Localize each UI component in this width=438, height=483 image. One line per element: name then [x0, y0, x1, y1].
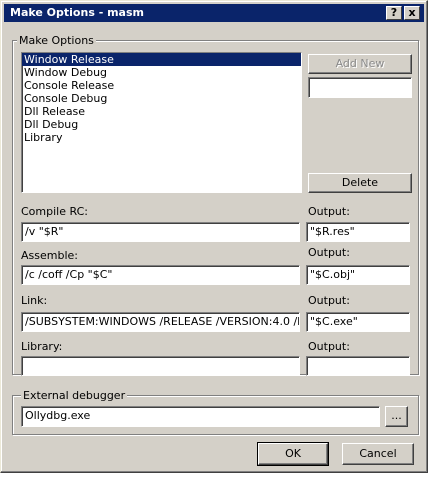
compile-rc-output-input[interactable]: "$R.res"	[306, 222, 410, 242]
make-option-item[interactable]: Window Release	[22, 53, 301, 66]
external-debugger-input[interactable]: Ollydbg.exe	[21, 406, 380, 427]
compile-rc-input[interactable]: /v "$R"	[21, 222, 300, 242]
dialog-title: Make Options - masm	[10, 6, 144, 19]
link-output-input[interactable]: "$C.exe"	[306, 312, 410, 332]
make-options-group-label: Make Options	[17, 34, 96, 47]
delete-button[interactable]: Delete	[308, 173, 412, 193]
title-bar[interactable]: Make Options - masm ? x	[4, 4, 424, 22]
compile-rc-label: Compile RC:	[21, 205, 88, 218]
library-label: Library:	[21, 340, 63, 353]
make-option-item[interactable]: Dll Debug	[22, 118, 301, 131]
close-button[interactable]: x	[404, 6, 420, 20]
library-output-input[interactable]	[306, 356, 410, 376]
add-new-name-input[interactable]	[308, 77, 412, 98]
add-new-button[interactable]: Add New	[308, 54, 412, 74]
make-option-item[interactable]: Dll Release	[22, 105, 301, 118]
assemble-output-label: Output:	[308, 246, 350, 259]
make-option-item[interactable]: Console Debug	[22, 92, 301, 105]
external-debugger-group-label: External debugger	[21, 389, 128, 402]
make-option-item[interactable]: Library	[22, 131, 301, 144]
browse-debugger-button[interactable]: ...	[385, 406, 408, 427]
link-label: Link:	[21, 294, 48, 307]
make-option-item[interactable]: Window Debug	[22, 66, 301, 79]
link-input[interactable]: /SUBSYSTEM:WINDOWS /RELEASE /VERSION:4.0…	[21, 312, 300, 332]
link-output-label: Output:	[308, 294, 350, 307]
cancel-button[interactable]: Cancel	[342, 443, 414, 465]
library-input[interactable]	[21, 356, 300, 376]
assemble-label: Assemble:	[21, 249, 78, 262]
make-options-list[interactable]: Window Release Window Debug Console Releas…	[21, 52, 302, 193]
compile-rc-output-label: Output:	[308, 205, 350, 218]
help-button[interactable]: ?	[386, 6, 402, 20]
ok-button[interactable]: OK	[257, 442, 329, 466]
make-options-dialog: Make Options - masm ? x Make Options Win…	[0, 0, 428, 473]
assemble-output-input[interactable]: "$C.obj"	[306, 265, 410, 285]
make-option-item[interactable]: Console Release	[22, 79, 301, 92]
library-output-label: Output:	[308, 340, 350, 353]
assemble-input[interactable]: /c /coff /Cp "$C"	[21, 265, 300, 285]
